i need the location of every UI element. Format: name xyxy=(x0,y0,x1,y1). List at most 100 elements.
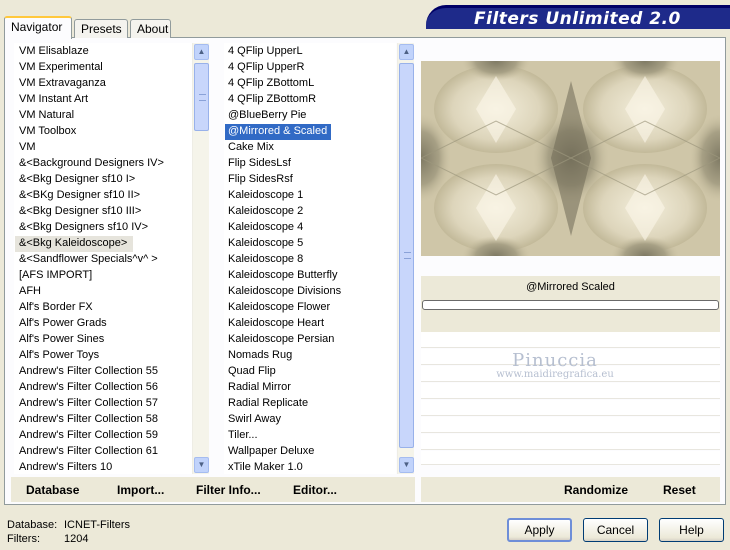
category-item[interactable]: &<Background Designers IV> xyxy=(15,156,191,172)
filter-item[interactable]: Kaleidoscope Flower xyxy=(225,300,395,316)
filter-item[interactable]: Flip SidesLsf xyxy=(225,156,395,172)
filter-item[interactable]: Flip SidesRsf xyxy=(225,172,395,188)
category-item[interactable]: VM Elisablaze xyxy=(15,44,191,60)
filter-item[interactable]: 4 QFlip ZBottomR xyxy=(225,92,395,108)
category-item[interactable]: [AFS IMPORT] xyxy=(15,268,191,284)
filter-item[interactable]: Cake Mix xyxy=(225,140,395,156)
category-item[interactable]: VM Extravaganza xyxy=(15,76,191,92)
database-value: ICNET-Filters xyxy=(64,519,130,531)
preview-image xyxy=(421,61,720,256)
category-item[interactable]: Andrew's Filter Collection 58 xyxy=(15,412,191,428)
database-button[interactable]: Database xyxy=(26,483,79,497)
help-button[interactable]: Help xyxy=(659,518,724,542)
category-item[interactable]: VM Instant Art xyxy=(15,92,191,108)
grip-icon xyxy=(404,252,411,259)
reset-button[interactable]: Reset xyxy=(663,483,696,497)
category-item[interactable]: VM Natural xyxy=(15,108,191,124)
tab-presets[interactable]: Presets xyxy=(74,19,128,38)
parameter-row xyxy=(421,366,720,382)
import-button[interactable]: Import... xyxy=(117,483,164,497)
category-item[interactable]: Andrew's Filter Collection 61 xyxy=(15,444,191,460)
filter-item[interactable]: Kaleidoscope Persian xyxy=(225,332,395,348)
scroll-up-icon[interactable]: ▲ xyxy=(194,44,209,60)
filter-item[interactable]: xTile Maker 1.0 xyxy=(225,460,395,473)
filter-item[interactable]: 4 QFlip UpperR xyxy=(225,60,395,76)
scroll-down-icon[interactable]: ▼ xyxy=(399,457,414,473)
scroll-up-icon[interactable]: ▲ xyxy=(399,44,414,60)
title-banner: Filters Unlimited 2.0 xyxy=(426,5,730,29)
category-item[interactable]: VM Toolbox xyxy=(15,124,191,140)
filter-item[interactable]: Kaleidoscope 1 xyxy=(225,188,395,204)
parameter-row xyxy=(421,332,720,348)
scrollbar-thumb[interactable] xyxy=(399,63,414,448)
database-info: Database: ICNET-Filters Filters: 1204 xyxy=(7,518,130,546)
app-title: Filters Unlimited 2.0 xyxy=(474,9,681,29)
filter-item[interactable]: Kaleidoscope 4 xyxy=(225,220,395,236)
filter-item[interactable]: Kaleidoscope 8 xyxy=(225,252,395,268)
filter-info-button[interactable]: Filter Info... xyxy=(196,483,261,497)
category-item[interactable]: &<Bkg Designer sf10 I> xyxy=(15,172,191,188)
parameter-row xyxy=(421,400,720,416)
editor-button[interactable]: Editor... xyxy=(293,483,337,497)
category-item[interactable]: &<Bkg Designers sf10 IV> xyxy=(15,220,191,236)
filter-item[interactable]: @Mirrored & Scaled xyxy=(225,124,332,140)
category-item[interactable]: Andrew's Filters 10 xyxy=(15,460,191,473)
category-item[interactable]: Andrew's Filter Collection 59 xyxy=(15,428,191,444)
apply-button[interactable]: Apply xyxy=(507,518,572,542)
category-item[interactable]: &<Bkg Designer sf10 III> xyxy=(15,204,191,220)
category-item[interactable]: Andrew's Filter Collection 55 xyxy=(15,364,191,380)
randomize-button[interactable]: Randomize xyxy=(564,483,628,497)
current-filter-name: @Mirrored Scaled xyxy=(526,281,615,293)
filter-item[interactable]: Kaleidoscope Butterfly xyxy=(225,268,395,284)
tab-about[interactable]: About xyxy=(130,19,171,38)
filter-list[interactable]: 4 QFlip UpperL 4 QFlip UpperR 4 QFlip ZBot… xyxy=(224,43,396,474)
category-item[interactable]: AFH xyxy=(15,284,191,300)
grip-icon xyxy=(199,94,206,101)
parameter-row xyxy=(421,451,720,465)
parameter-row xyxy=(421,383,720,399)
filter-item[interactable]: Radial Replicate xyxy=(225,396,395,412)
filter-name-area: @Mirrored Scaled xyxy=(421,276,720,332)
filter-item[interactable]: Kaleidoscope 2 xyxy=(225,204,395,220)
filter-item[interactable]: Radial Mirror xyxy=(225,380,395,396)
filter-item[interactable]: Quad Flip xyxy=(225,364,395,380)
filter-item[interactable]: Kaleidoscope Divisions xyxy=(225,284,395,300)
filter-item[interactable]: Nomads Rug xyxy=(225,348,395,364)
category-item[interactable]: Andrew's Filter Collection 56 xyxy=(15,380,191,396)
parameter-area xyxy=(421,332,720,474)
category-list[interactable]: VM Elisablaze VM Experimental VM Extravaga… xyxy=(14,43,192,474)
kaleidoscope-preview xyxy=(421,61,720,256)
category-item[interactable]: VM Experimental xyxy=(15,60,191,76)
cancel-button[interactable]: Cancel xyxy=(583,518,648,542)
category-item[interactable]: &<Bkg Kaleidoscope> xyxy=(15,236,134,252)
filters-label: Filters: xyxy=(7,533,40,545)
category-item[interactable]: Andrew's Filter Collection 57 xyxy=(15,396,191,412)
database-label: Database: xyxy=(7,519,58,531)
category-item[interactable]: Alf's Border FX xyxy=(15,300,191,316)
progress-bar xyxy=(422,300,719,310)
parameter-row xyxy=(421,349,720,365)
category-item[interactable]: Alf's Power Grads xyxy=(15,316,191,332)
filter-item[interactable]: 4 QFlip ZBottomL xyxy=(225,76,395,92)
category-item[interactable]: VM xyxy=(15,140,191,156)
category-item[interactable]: Alf's Power Toys xyxy=(15,348,191,364)
scroll-down-icon[interactable]: ▼ xyxy=(194,457,209,473)
category-item[interactable]: Alf's Power Sines xyxy=(15,332,191,348)
filter-item[interactable]: Kaleidoscope Heart xyxy=(225,316,395,332)
filter-item[interactable]: 4 QFlip UpperL xyxy=(225,44,395,60)
parameter-row xyxy=(421,417,720,433)
category-item[interactable]: &<BKg Designer sf10 II> xyxy=(15,188,191,204)
filter-item[interactable]: Wallpaper Deluxe xyxy=(225,444,395,460)
filter-item[interactable]: Tiler... xyxy=(225,428,395,444)
scrollbar-thumb[interactable] xyxy=(194,63,209,131)
filter-item[interactable]: @BlueBerry Pie xyxy=(225,108,395,124)
filter-item[interactable]: Swirl Away xyxy=(225,412,395,428)
filters-count: 1204 xyxy=(64,533,89,545)
filter-item[interactable]: Kaleidoscope 5 xyxy=(225,236,395,252)
bottom-toolbar: Database Import... Filter Info... Editor… xyxy=(11,477,415,502)
category-item[interactable]: &<Sandflower Specials^v^ > xyxy=(15,252,191,268)
filter-scrollbar[interactable]: ▲ ▼ xyxy=(397,43,414,474)
category-scrollbar[interactable]: ▲ ▼ xyxy=(192,43,209,474)
tab-navigator[interactable]: Navigator xyxy=(4,16,72,39)
parameter-row xyxy=(421,434,720,450)
